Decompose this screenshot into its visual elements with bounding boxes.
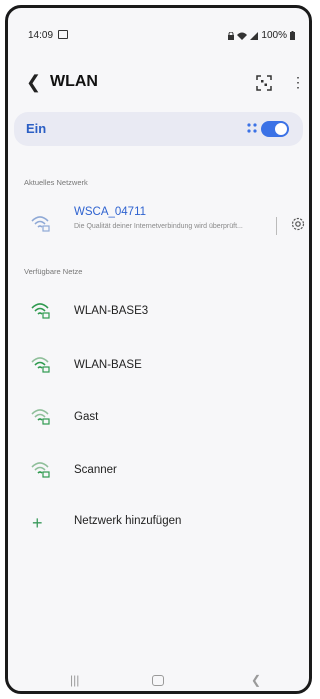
page-title: WLAN [50, 73, 98, 90]
wifi-lock-icon [31, 357, 50, 373]
plus-icon: + [32, 513, 43, 533]
available-networks-section-title: Verfügbare Netze [24, 267, 83, 276]
current-network-status: Die Qualität deiner Internetverbindung w… [74, 223, 243, 230]
wifi-lock-icon [31, 303, 50, 319]
network-name: Gast [74, 411, 99, 423]
current-network-section-title: Aktuelles Netzwerk [24, 178, 88, 187]
network-row[interactable]: Gast [8, 398, 309, 438]
wifi-status-icon [237, 32, 248, 40]
switch-knob [275, 123, 287, 135]
wifi-switch[interactable] [261, 121, 289, 137]
wifi-lock-icon [31, 462, 50, 478]
network-row[interactable]: WLAN-BASE [8, 346, 309, 386]
current-network-name: WSCA_04711 [74, 206, 147, 218]
network-name: WLAN-BASE3 [74, 305, 149, 317]
wifi-lock-icon [31, 216, 50, 232]
home-icon[interactable] [152, 675, 164, 686]
battery-percent: 100% [261, 30, 287, 41]
nav-back-icon[interactable]: ❮ [251, 673, 261, 687]
app-header: ❮ WLAN ⋮ [8, 66, 309, 102]
network-name: WLAN-BASE [74, 359, 142, 371]
phone-frame: 14:09 100% ❮ WLAN ⋮ Ein Aktuelles Netzwe… [5, 5, 312, 694]
wifi-toggle-row[interactable]: Ein [14, 112, 303, 146]
status-time: 14:09 [28, 30, 54, 41]
dots-icon[interactable] [247, 123, 257, 133]
status-icons: 100% [228, 30, 295, 41]
network-name: Scanner [74, 464, 117, 476]
lock-icon [228, 31, 235, 40]
wifi-lock-icon [31, 409, 50, 425]
add-network-label: Netzwerk hinzufügen [74, 515, 182, 527]
recent-apps-icon[interactable]: ||| [70, 673, 79, 687]
signal-icon [250, 31, 259, 40]
battery-icon [290, 31, 295, 40]
more-vert-icon[interactable]: ⋮ [291, 74, 305, 91]
network-row[interactable]: Scanner [8, 451, 309, 491]
back-arrow-icon[interactable]: ❮ [26, 72, 41, 93]
qr-scan-icon[interactable] [256, 75, 272, 91]
gallery-notification-icon [58, 30, 68, 39]
navigation-bar: ||| ❮ [8, 669, 309, 691]
gear-icon[interactable] [290, 216, 306, 232]
divider [276, 217, 277, 235]
wifi-toggle-label: Ein [26, 121, 47, 136]
status-bar: 14:09 100% [8, 8, 309, 54]
network-row[interactable]: WLAN-BASE3 [8, 292, 309, 332]
